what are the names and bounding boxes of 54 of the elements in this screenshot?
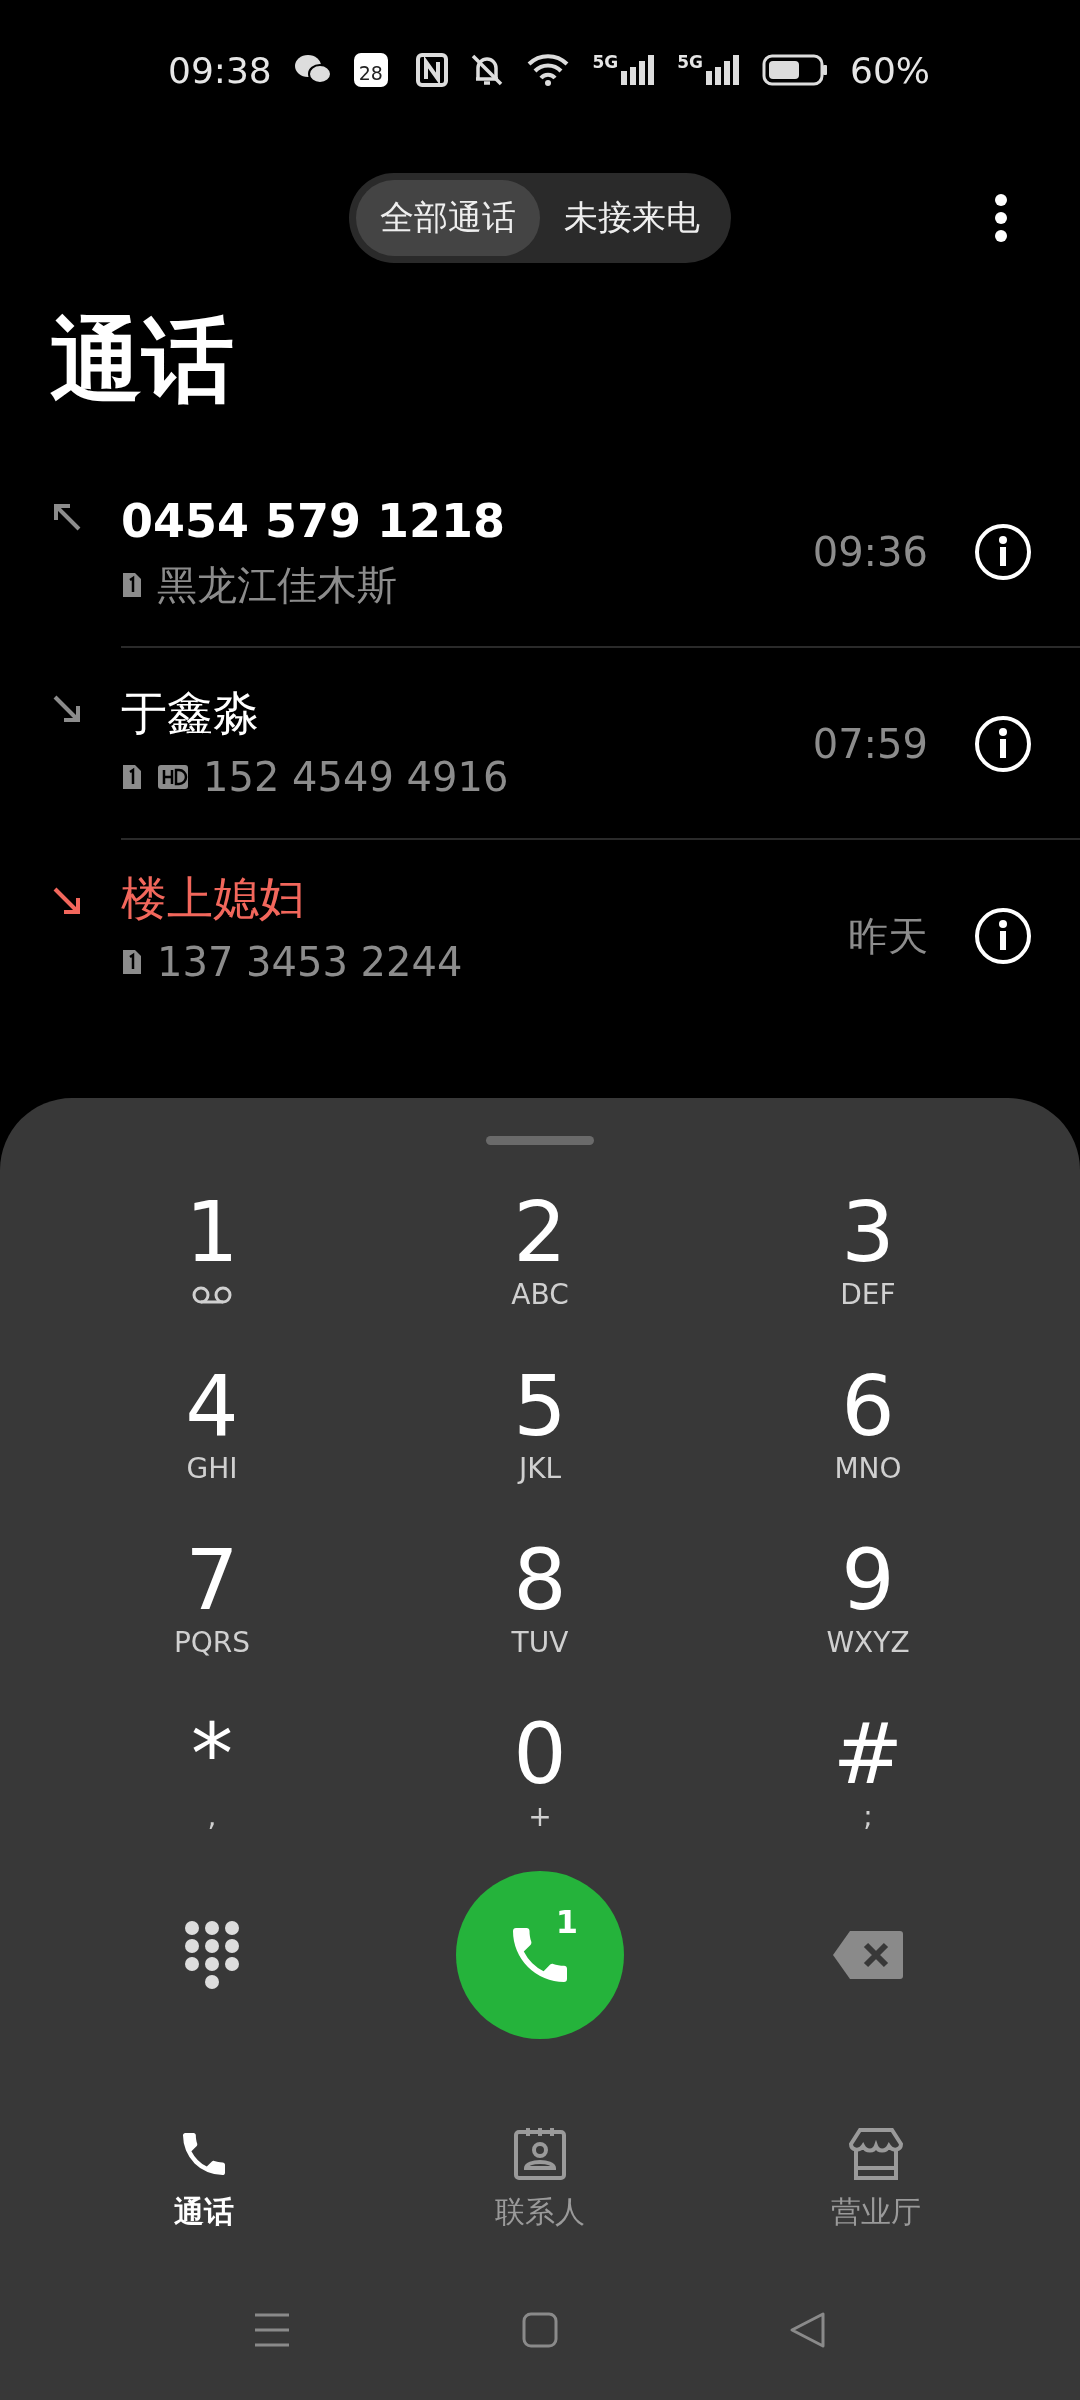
contact-name: 于鑫淼 [121, 685, 260, 741]
contact-card-icon [512, 2126, 568, 2183]
call-detail: 137 3453 2244 [157, 938, 463, 986]
dial-key[interactable]: 1 [48, 1159, 376, 1334]
wifi-icon [526, 53, 571, 87]
sim-card-icon [121, 571, 143, 599]
dial-key[interactable]: 7 PQRS [48, 1507, 376, 1682]
back-icon[interactable] [789, 2311, 827, 2350]
battery-level: 60% [850, 49, 930, 91]
network-type: 5G [592, 53, 619, 71]
voicemail-icon [191, 1285, 233, 1304]
nav-tab[interactable]: 联系人 [372, 2125, 708, 2261]
filter-tab[interactable]: 未接来电 [540, 180, 724, 256]
more-icon[interactable] [994, 193, 1008, 243]
nfc-icon [416, 53, 449, 87]
store-icon [848, 2126, 904, 2183]
dialpad-icon[interactable] [184, 1919, 240, 1990]
home-icon[interactable] [522, 2312, 558, 2349]
backspace-icon[interactable] [832, 1928, 904, 1981]
nav-tab[interactable]: 营业厅 [708, 2125, 1044, 2261]
dial-key[interactable]: * , [48, 1681, 376, 1856]
signal-icon [704, 53, 740, 87]
dial-key[interactable]: # ; [704, 1681, 1032, 1856]
page-title: 通话 [50, 306, 235, 416]
signal-icon [619, 53, 656, 87]
dial-key[interactable]: 0 + [376, 1681, 704, 1856]
contact-name: 楼上媳妇 [121, 870, 306, 926]
menu-icon[interactable] [253, 2311, 291, 2350]
dial-key[interactable]: 5 JKL [376, 1333, 704, 1508]
muted-bell-icon [470, 53, 505, 87]
sim-card-icon [121, 763, 143, 791]
info-icon[interactable] [974, 715, 1032, 773]
call-detail: 黑龙江佳木斯 [157, 561, 397, 609]
dial-key[interactable]: 8 TUV [376, 1507, 704, 1682]
clock: 09:38 [168, 49, 272, 91]
dial-key[interactable]: 9 WXYZ [704, 1507, 1032, 1682]
info-icon[interactable] [974, 523, 1032, 581]
call-time: 09:36 [812, 529, 928, 575]
calendar-icon: 28 [353, 53, 388, 87]
filter-tab[interactable]: 全部通话 [356, 180, 540, 256]
call-time: 昨天 [848, 911, 928, 961]
dial-key[interactable]: 4 GHI [48, 1333, 376, 1508]
dial-key[interactable]: 3 DEF [704, 1159, 1032, 1334]
call-detail: 152 4549 4916 [203, 753, 509, 801]
dial-key[interactable]: 6 MNO [704, 1333, 1032, 1508]
contact-name: 0454 579 1218 [121, 493, 507, 549]
info-icon[interactable] [974, 907, 1032, 965]
call-time: 07:59 [812, 721, 928, 767]
nav-tab[interactable]: 通话 [36, 2125, 372, 2261]
drag-handle[interactable] [486, 1136, 594, 1145]
dial-key[interactable]: 2 ABC [376, 1159, 704, 1334]
sim-card-icon [121, 948, 143, 976]
network-type: 5G [677, 53, 703, 71]
battery-icon [762, 54, 828, 86]
